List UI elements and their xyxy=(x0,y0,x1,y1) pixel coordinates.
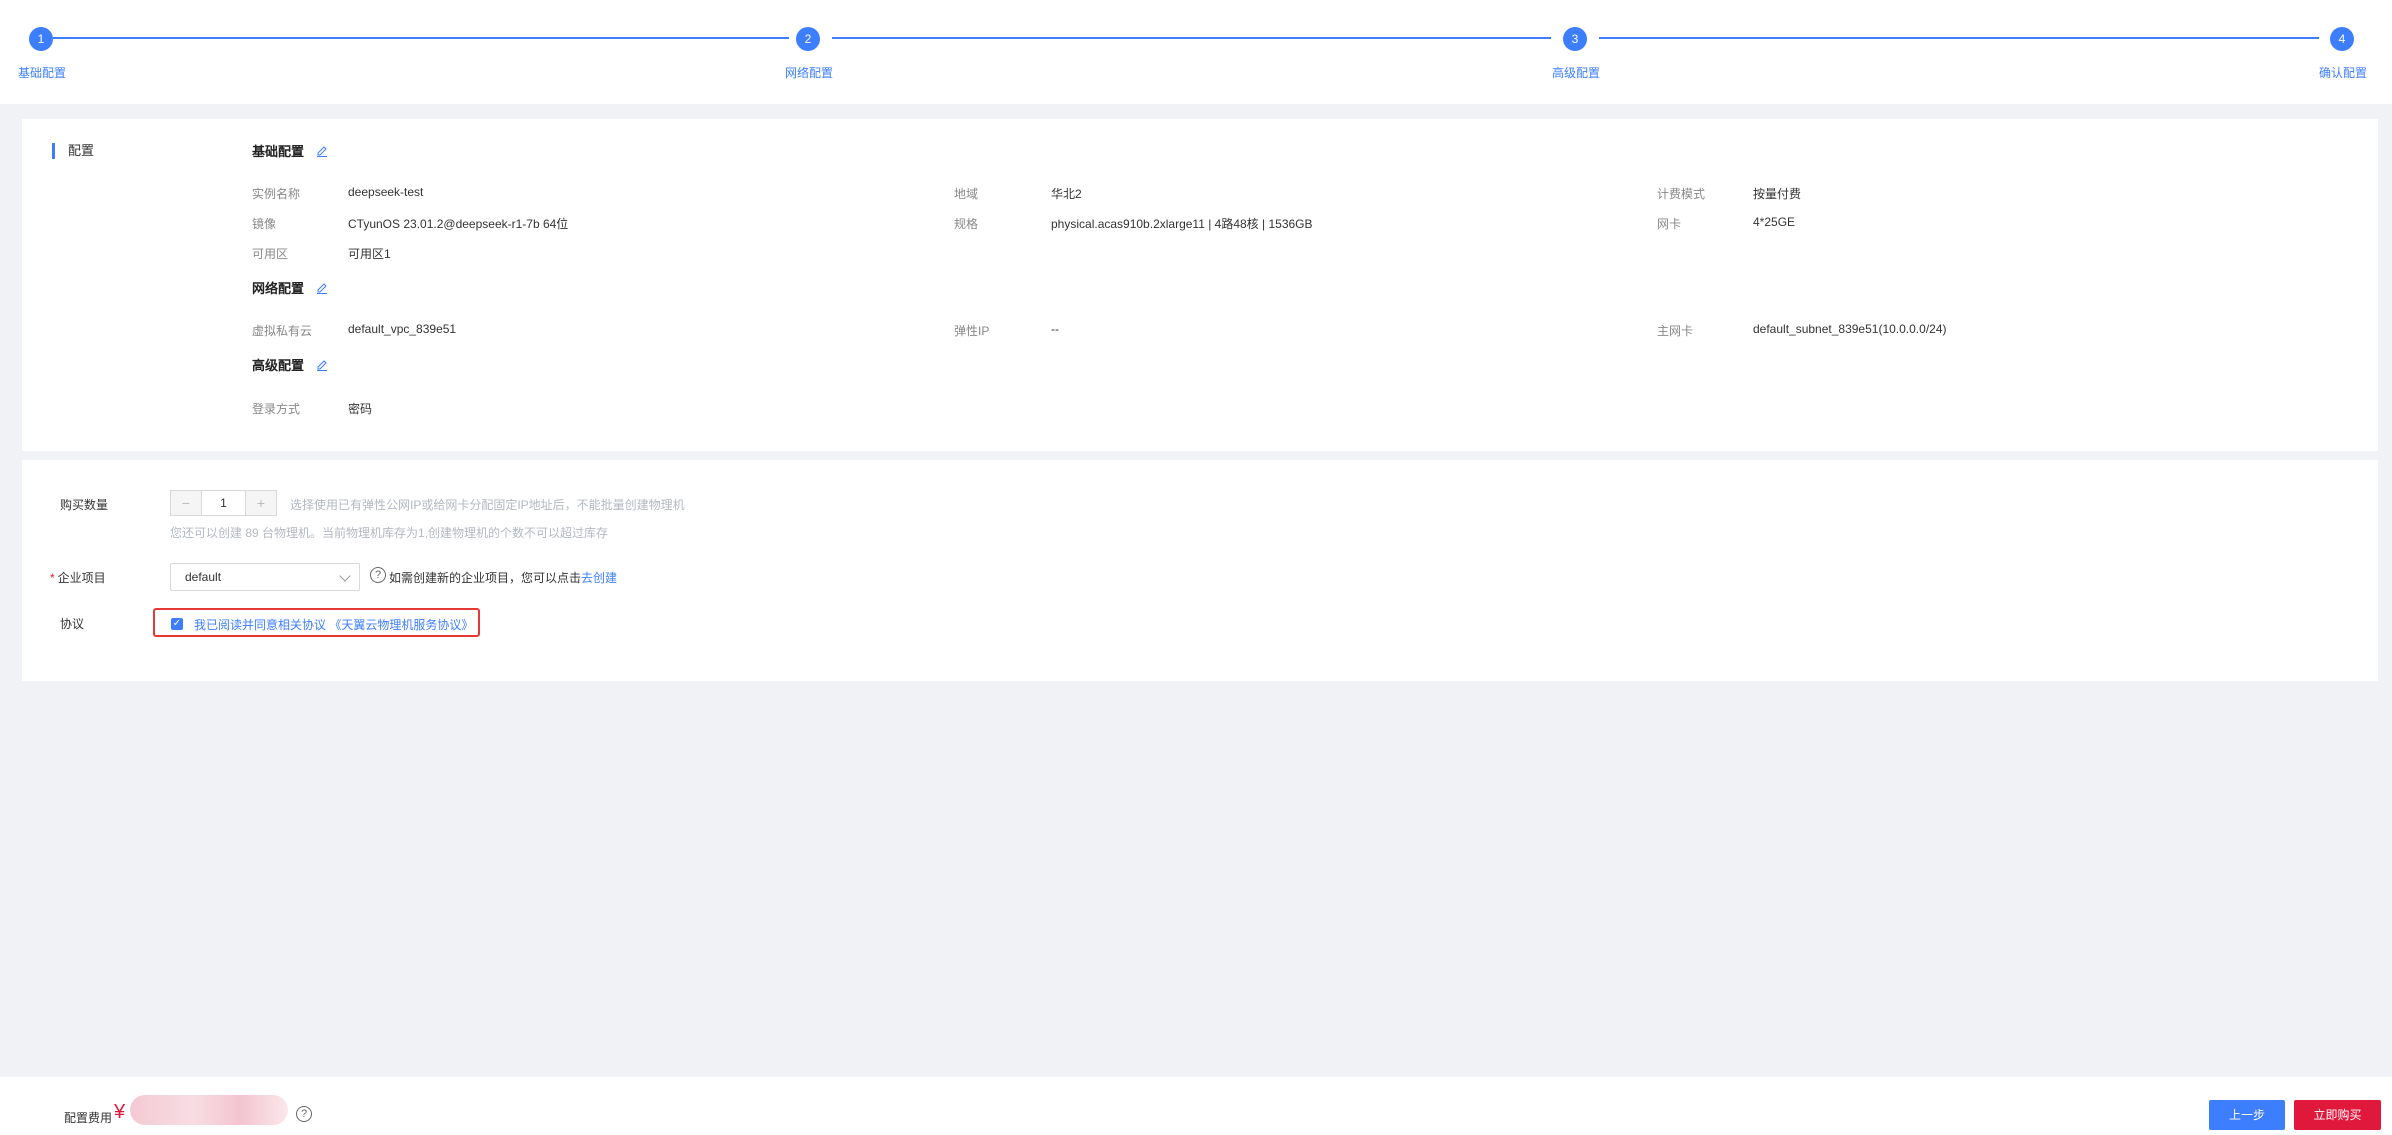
step-connector-2 xyxy=(832,37,1551,39)
quantity-hint: 选择使用已有弹性公网IP或给网卡分配固定IP地址后，不能批量创建物理机 xyxy=(290,498,685,512)
quantity-stock-hint: 您还可以创建 89 台物理机。当前物理机库存为1,创建物理机的个数不可以超过库存 xyxy=(170,526,609,540)
basic-config-heading: 基础配置 xyxy=(252,141,328,160)
region-value: 华北2 xyxy=(1051,187,1082,201)
billing-value: 按量付费 xyxy=(1753,187,1802,201)
image-value: CTyunOS 23.01.2@deepseek-r1-7b 64位 xyxy=(348,217,569,231)
step-1-label[interactable]: 基础配置 xyxy=(18,64,66,81)
edit-icon[interactable] xyxy=(316,145,328,157)
region-label: 地域 xyxy=(954,187,979,201)
az-value: 可用区1 xyxy=(348,247,391,261)
config-summary-card: 配置 基础配置 实例名称 deepseek-test 地域 华北2 计费模式 按… xyxy=(22,119,2378,451)
billing-label: 计费模式 xyxy=(1657,187,1706,201)
price-blurred xyxy=(130,1095,288,1125)
required-mark: * xyxy=(50,571,55,585)
eip-value: -- xyxy=(1051,322,1059,336)
step-2-circle[interactable]: 2 xyxy=(796,27,820,51)
section-title: 配置 xyxy=(52,143,94,159)
step-2-label[interactable]: 网络配置 xyxy=(785,64,833,81)
question-circle-icon[interactable]: ? xyxy=(296,1106,312,1122)
project-label-text: 企业项目 xyxy=(57,571,106,585)
agreement-highlight: ✓ 我已阅读并同意相关协议 《天翼云物理机服务协议》 xyxy=(153,608,480,637)
nic-label: 网卡 xyxy=(1657,217,1682,231)
question-circle-icon[interactable]: ? xyxy=(370,567,386,583)
quantity-minus-button[interactable]: − xyxy=(171,491,201,515)
instance-name-label: 实例名称 xyxy=(252,187,301,201)
quantity-plus-button[interactable]: + xyxy=(246,491,276,515)
az-label: 可用区 xyxy=(252,247,289,261)
advanced-config-heading: 高级配置 xyxy=(252,355,328,374)
currency-symbol: ¥ xyxy=(114,1101,126,1123)
step-3-label[interactable]: 高级配置 xyxy=(1552,64,1600,81)
network-config-heading: 网络配置 xyxy=(252,278,328,297)
spec-value: physical.acas910b.2xlarge11 | 4路48核 | 15… xyxy=(1051,217,1313,231)
nic-value: 4*25GE xyxy=(1753,215,1796,229)
agreement-checkbox[interactable]: ✓ xyxy=(171,618,183,630)
agreement-label: 协议 xyxy=(60,617,85,631)
advanced-config-title: 高级配置 xyxy=(252,358,305,373)
vpc-label: 虚拟私有云 xyxy=(252,324,313,338)
project-select-value: default xyxy=(185,570,222,584)
project-label: * 企业项目 xyxy=(50,569,106,586)
step-1-circle[interactable]: 1 xyxy=(29,27,53,51)
image-label: 镜像 xyxy=(252,217,277,231)
step-4-label[interactable]: 确认配置 xyxy=(2319,64,2367,81)
network-config-title: 网络配置 xyxy=(252,281,305,296)
instance-name-value: deepseek-test xyxy=(348,185,424,199)
quantity-stepper[interactable]: − 1 + xyxy=(170,490,277,516)
edit-icon[interactable] xyxy=(316,282,328,294)
vpc-value: default_vpc_839e51 xyxy=(348,322,457,336)
project-hint: 如需创建新的企业项目，您可以点击去创建 xyxy=(389,569,617,586)
chevron-down-icon xyxy=(339,570,351,582)
quantity-label: 购买数量 xyxy=(60,498,109,512)
project-select[interactable]: default xyxy=(170,563,360,591)
primary-nic-value: default_subnet_839e51(10.0.0.0/24) xyxy=(1753,322,1947,336)
agreement-link[interactable]: 我已阅读并同意相关协议 《天翼云物理机服务协议》 xyxy=(194,616,473,633)
login-method-value: 密码 xyxy=(348,402,373,416)
step-connector-3 xyxy=(1599,37,2319,39)
step-4-circle[interactable]: 4 xyxy=(2330,27,2354,51)
step-3-circle[interactable]: 3 xyxy=(1563,27,1587,51)
eip-label: 弹性IP xyxy=(954,324,990,338)
primary-nic-label: 主网卡 xyxy=(1657,324,1694,338)
footer-bar: 配置费用 ¥ ? 上一步 立即购买 xyxy=(0,1077,2392,1135)
create-project-link[interactable]: 去创建 xyxy=(581,571,617,585)
spec-label: 规格 xyxy=(954,217,979,231)
quantity-input[interactable]: 1 xyxy=(201,491,246,515)
edit-icon[interactable] xyxy=(316,359,328,371)
purchase-card: 购买数量 − 1 + 选择使用已有弹性公网IP或给网卡分配固定IP地址后，不能批… xyxy=(22,460,2378,681)
login-method-label: 登录方式 xyxy=(252,402,301,416)
project-hint-text: 如需创建新的企业项目，您可以点击 xyxy=(389,571,582,585)
steps-bar: 1 2 3 4 基础配置 网络配置 高级配置 确认配置 xyxy=(0,0,2392,104)
fee-label: 配置费用 xyxy=(64,1111,113,1125)
previous-step-button[interactable]: 上一步 xyxy=(2209,1100,2285,1130)
buy-now-button[interactable]: 立即购买 xyxy=(2294,1100,2381,1130)
step-connector-1 xyxy=(53,37,789,39)
basic-config-title: 基础配置 xyxy=(252,144,305,159)
